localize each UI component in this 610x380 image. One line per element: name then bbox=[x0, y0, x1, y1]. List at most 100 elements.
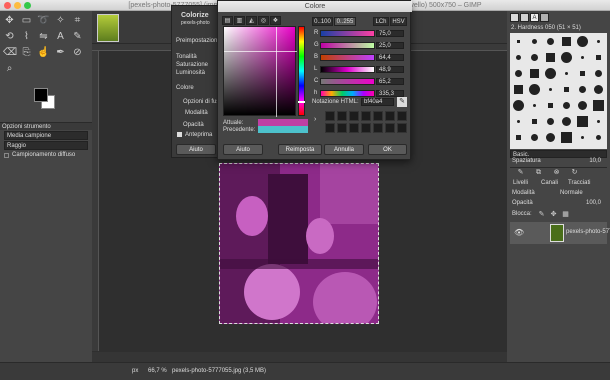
html-notation-input[interactable]: bf40a4 bbox=[361, 98, 394, 106]
brush-preset[interactable] bbox=[516, 119, 520, 123]
brush-preset[interactable] bbox=[579, 70, 585, 76]
channel-track-c[interactable] bbox=[320, 78, 375, 85]
brush-preset[interactable] bbox=[578, 85, 586, 93]
color-history-swatch[interactable] bbox=[337, 111, 347, 121]
brush-preset[interactable] bbox=[592, 99, 604, 111]
lock-alpha-icon[interactable]: ▦ bbox=[559, 208, 572, 221]
lch-tab[interactable]: LCh bbox=[373, 17, 389, 26]
color-history-swatch[interactable] bbox=[373, 111, 383, 121]
brush-preset[interactable] bbox=[546, 37, 554, 45]
color-history-swatch[interactable] bbox=[349, 123, 359, 133]
color-history-swatch[interactable] bbox=[325, 111, 335, 121]
image-tab-thumbnail[interactable] bbox=[97, 14, 119, 42]
triangle-tab-icon[interactable]: ◭ bbox=[246, 16, 257, 25]
channel-track-g[interactable] bbox=[320, 42, 375, 49]
patterns-tab-icon[interactable] bbox=[520, 13, 529, 22]
color-history-swatch[interactable] bbox=[325, 123, 335, 133]
watercolor-tab-icon[interactable]: ❖ bbox=[270, 16, 281, 25]
paintbrush-icon[interactable]: ✎ bbox=[71, 30, 84, 43]
brushes-tab-icon[interactable] bbox=[510, 13, 519, 22]
channel-row-g[interactable]: G 25,0 bbox=[312, 41, 408, 50]
tab-channels[interactable]: Canali bbox=[541, 180, 558, 186]
brush-preset[interactable] bbox=[515, 54, 521, 60]
sample-merged-checkbox[interactable] bbox=[4, 153, 9, 158]
range-0-255-tab[interactable]: 0..255 bbox=[334, 17, 356, 26]
brush-preset[interactable] bbox=[530, 133, 538, 141]
brush-preset[interactable] bbox=[544, 67, 556, 79]
color-ok-button[interactable]: OK bbox=[368, 144, 407, 155]
channel-row-c[interactable]: C 65,2 bbox=[312, 77, 408, 86]
color-history-swatch[interactable] bbox=[361, 111, 371, 121]
brush-preset[interactable] bbox=[560, 51, 572, 63]
channel-value-h[interactable]: 335,3 bbox=[376, 90, 404, 97]
channel-value-r[interactable]: 75,0 bbox=[376, 30, 404, 37]
brush-preset[interactable] bbox=[548, 87, 552, 91]
brush-preset[interactable] bbox=[545, 132, 555, 142]
channel-track-r[interactable] bbox=[320, 30, 375, 37]
brush-preset[interactable] bbox=[563, 86, 569, 92]
path-icon[interactable]: ✒ bbox=[54, 46, 67, 59]
channel-value-g[interactable]: 25,0 bbox=[376, 42, 404, 49]
image-canvas[interactable] bbox=[219, 163, 379, 324]
zoom-window-button[interactable] bbox=[24, 2, 31, 9]
wheel-tab-icon[interactable]: ◎ bbox=[258, 16, 269, 25]
brush-preset[interactable] bbox=[516, 39, 520, 43]
brush-preset[interactable] bbox=[594, 69, 602, 77]
rect-select-icon[interactable]: ▭ bbox=[20, 14, 33, 27]
scales-tab-icon[interactable]: ▤ bbox=[222, 16, 233, 25]
smudge-icon[interactable]: ☝ bbox=[37, 46, 50, 59]
vertical-ruler[interactable] bbox=[92, 51, 99, 351]
text-icon[interactable]: A bbox=[54, 30, 67, 43]
channel-track-b[interactable] bbox=[320, 54, 375, 61]
brush-preset[interactable] bbox=[595, 54, 601, 60]
channel-row-r[interactable]: R 75,0 bbox=[312, 29, 408, 38]
color-history-swatch[interactable] bbox=[349, 111, 359, 121]
unit-selector[interactable]: px bbox=[132, 368, 138, 374]
flip-icon[interactable]: ⇋ bbox=[37, 30, 50, 43]
brush-preset[interactable] bbox=[576, 35, 588, 47]
lasso-icon[interactable]: ➰ bbox=[37, 14, 50, 27]
fonts-tab-icon[interactable]: A bbox=[530, 13, 539, 22]
brush-preset[interactable] bbox=[531, 38, 537, 44]
brush-preset[interactable] bbox=[512, 99, 524, 111]
brush-preset[interactable] bbox=[547, 102, 553, 108]
channel-track-h[interactable] bbox=[320, 90, 375, 97]
channel-row-l[interactable]: L 48,9 bbox=[312, 65, 408, 74]
zoom-selector[interactable]: 66,7 % bbox=[148, 368, 167, 374]
brush-preset[interactable] bbox=[514, 69, 522, 77]
layer-visibility-icon[interactable]: 👁 bbox=[514, 228, 524, 237]
brush-preset[interactable] bbox=[577, 100, 587, 110]
brush-preset[interactable] bbox=[545, 52, 555, 62]
brush-preset[interactable] bbox=[562, 101, 570, 109]
brush-preset[interactable] bbox=[580, 55, 584, 59]
brush-preset[interactable] bbox=[593, 84, 603, 94]
move-icon[interactable]: ✥ bbox=[3, 14, 16, 27]
foreground-color-swatch[interactable] bbox=[34, 88, 48, 102]
brushes-grid[interactable] bbox=[510, 33, 607, 149]
document-history-tab-icon[interactable] bbox=[540, 13, 549, 22]
brush-preset[interactable] bbox=[528, 83, 540, 95]
hue-slider[interactable] bbox=[298, 26, 305, 116]
channel-row-b[interactable]: B 64,4 bbox=[312, 53, 408, 62]
color-cancel-button[interactable]: Annulla bbox=[324, 144, 364, 155]
cmyk-tab-icon[interactable]: ▥ bbox=[234, 16, 245, 25]
color-help-button[interactable]: Aiuto bbox=[223, 144, 263, 155]
brush-preset[interactable] bbox=[595, 134, 601, 140]
color-picker-icon[interactable]: ⊘ bbox=[71, 46, 84, 59]
layer-mode-row[interactable]: Modalità Normale bbox=[510, 190, 607, 199]
brush-preset[interactable] bbox=[561, 36, 571, 46]
add-to-history-icon[interactable]: › bbox=[314, 116, 316, 123]
sample-merged-row[interactable]: Campionamento diffuso bbox=[4, 152, 88, 161]
channel-track-l[interactable] bbox=[320, 66, 375, 73]
horizontal-scrollbar[interactable] bbox=[92, 352, 507, 362]
eyedropper-icon[interactable]: ✎ bbox=[397, 97, 407, 107]
color-history-swatch[interactable] bbox=[385, 123, 395, 133]
brush-category-field[interactable]: Basic. bbox=[510, 150, 607, 158]
tab-paths[interactable]: Tracciati bbox=[568, 180, 590, 186]
sample-mode-field[interactable]: Media campione bbox=[4, 131, 88, 140]
brush-preset[interactable] bbox=[529, 68, 539, 78]
color-history-swatch[interactable] bbox=[397, 111, 407, 121]
brush-preset[interactable] bbox=[546, 117, 554, 125]
close-window-button[interactable] bbox=[4, 2, 11, 9]
channel-value-l[interactable]: 48,9 bbox=[376, 66, 404, 73]
